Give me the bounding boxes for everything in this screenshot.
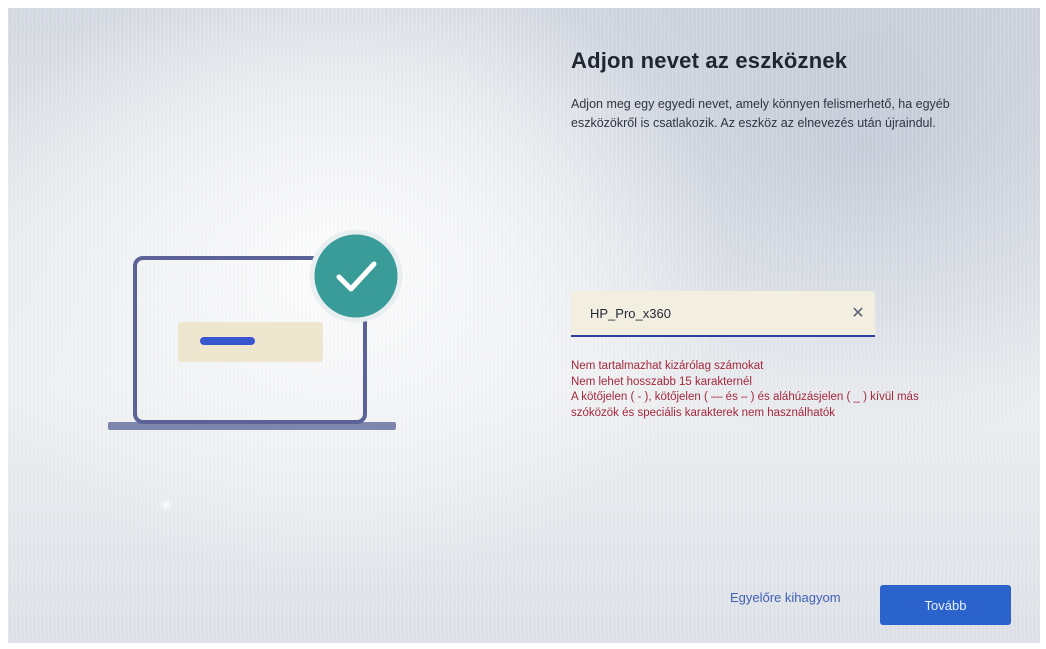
device-name-input[interactable] [571, 291, 831, 335]
error-message: szóközök és speciális karakterek nem has… [571, 406, 835, 419]
screen-glare [160, 498, 172, 512]
laptop-checkmark-icon [108, 224, 403, 434]
error-message: Nem tartalmazhat kizárólag számokat [571, 360, 764, 372]
error-message: Nem lehet hosszabb 15 karakternél [571, 375, 752, 388]
skip-button[interactable]: Egyelőre kihagyom [730, 590, 841, 605]
page-title: Adjon nevet az eszköznek [571, 48, 848, 73]
validation-errors: Nem tartalmazhat kizárólag számokat Nem … [571, 359, 1021, 421]
next-button[interactable]: Tovább [880, 585, 1011, 625]
oobe-screen: Adjon nevet az eszköznek Adjon meg egy e… [8, 8, 1040, 643]
close-icon[interactable]: ✕ [847, 302, 869, 324]
page-subtitle: Adjon meg egy egyedi nevet, amely könnye… [571, 95, 1011, 133]
subtitle-line-2: eszközökről is csatlakozik. Az eszköz az… [571, 116, 936, 130]
subtitle-line-1: Adjon meg egy egyedi nevet, amely könnye… [571, 97, 950, 111]
device-name-field[interactable]: ✕ [571, 291, 875, 337]
photo-frame: Adjon nevet az eszköznek Adjon meg egy e… [0, 0, 1046, 649]
error-message: A kötőjelen ( - ), kötőjelen ( — és – ) … [571, 391, 919, 403]
